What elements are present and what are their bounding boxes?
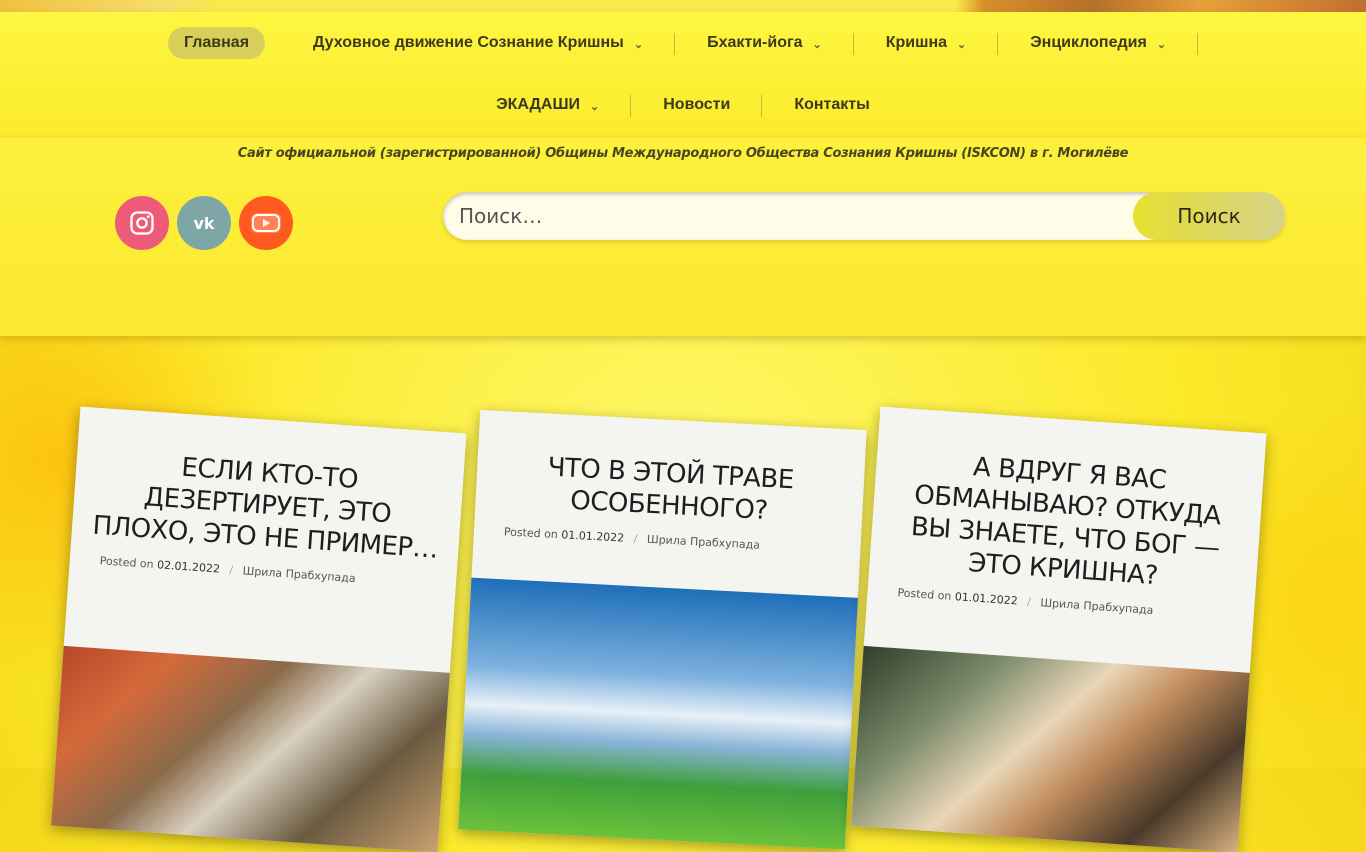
posted-on-label: Posted on [503, 525, 559, 542]
post-date[interactable]: 01.01.2022 [954, 590, 1018, 607]
chevron-down-icon: ⌄ [812, 38, 822, 51]
vk-link[interactable]: vk [177, 196, 231, 250]
chevron-down-icon: ⌄ [633, 38, 644, 51]
post-thumbnail[interactable] [851, 645, 1250, 852]
nav-item-label: Духовное движение Сознание Кришны [313, 34, 624, 51]
posted-on-label: Posted on [897, 586, 952, 603]
post-card[interactable]: ЧТО В ЭТОЙ ТРАВЕ ОСОБЕННОГО? Posted on 0… [458, 409, 867, 850]
instagram-link[interactable] [115, 196, 169, 250]
chevron-down-icon: ⌄ [1156, 38, 1167, 51]
nav-item-news[interactable]: Новости [631, 89, 763, 121]
nav-item-label: Главная [183, 34, 250, 51]
meta-separator: / [228, 563, 234, 577]
post-card[interactable]: А ВДРУГ Я ВАС ОБМАНЫВАЮ? ОТКУДА ВЫ ЗНАЕТ… [851, 406, 1267, 852]
post-title[interactable]: ЕСЛИ КТО-ТО ДЕЗЕРТИРУЕТ, ЭТО ПЛОХО, ЭТО … [91, 446, 444, 566]
nav-item-contacts[interactable]: Контакты [762, 89, 901, 121]
main-navigation: Главная Духовное движение Сознание Кришн… [0, 12, 1366, 138]
nav-item-movement[interactable]: Духовное движение Сознание Кришны ⌄ [281, 27, 676, 59]
youtube-icon [251, 213, 281, 233]
post-meta: Posted on 01.01.2022 / Шрила Прабхупада [504, 525, 861, 557]
nav-item-krishna[interactable]: Кришна ⌄ [854, 27, 999, 59]
nav-item-label: Новости [663, 96, 731, 113]
top-banner-strip [0, 0, 1366, 12]
chevron-down-icon: ⌄ [957, 38, 967, 51]
nav-item-label: Бхакти-йога [707, 34, 803, 51]
nav-item-bhakti-yoga[interactable]: Бхакти-йога ⌄ [675, 27, 854, 59]
nav-item-ekadashi[interactable]: ЭКАДАШИ ⌄ [464, 89, 632, 121]
posted-on-label: Posted on [99, 554, 155, 571]
nav-item-encyclopedia[interactable]: Энциклопедия ⌄ [998, 27, 1198, 59]
post-title[interactable]: А ВДРУГ Я ВАС ОБМАНЫВАЮ? ОТКУДА ВЫ ЗНАЕТ… [889, 446, 1244, 598]
post-date[interactable]: 02.01.2022 [157, 558, 221, 575]
site-tagline: Сайт официальной (зарегистрированной) Об… [237, 146, 1129, 161]
post-thumbnail[interactable] [458, 577, 858, 850]
nav-row-2: ЭКАДАШИ ⌄ Новости Контакты [0, 83, 1366, 127]
post-author[interactable]: Шрила Прабхупада [1040, 596, 1154, 617]
post-author[interactable]: Шрила Прабхупада [647, 533, 761, 552]
post-card[interactable]: ЕСЛИ КТО-ТО ДЕЗЕРТИРУЕТ, ЭТО ПЛОХО, ЭТО … [51, 406, 467, 852]
nav-item-label: Кришна [885, 34, 948, 51]
meta-separator: / [633, 532, 638, 546]
nav-item-label: Энциклопедия [1030, 34, 1147, 51]
post-thumbnail[interactable] [51, 645, 450, 852]
nav-row-1: Главная Духовное движение Сознание Кришн… [0, 21, 1366, 65]
instagram-icon [130, 211, 154, 235]
post-title[interactable]: ЧТО В ЭТОЙ ТРАВЕ ОСОБЕННОГО? [495, 449, 845, 531]
search-button[interactable]: Поиск [1133, 192, 1285, 240]
search-bar: Поиск [443, 192, 1285, 240]
post-author[interactable]: Шрила Прабхупада [242, 564, 356, 585]
meta-separator: / [1026, 595, 1032, 609]
post-date[interactable]: 01.01.2022 [561, 528, 625, 544]
vk-icon: vk [193, 213, 215, 233]
search-input[interactable] [443, 192, 1165, 240]
youtube-link[interactable] [239, 196, 293, 250]
nav-item-home[interactable]: Главная [167, 27, 266, 59]
nav-item-label: Контакты [794, 96, 870, 113]
nav-item-label: ЭКАДАШИ [496, 96, 581, 113]
chevron-down-icon: ⌄ [590, 100, 600, 113]
